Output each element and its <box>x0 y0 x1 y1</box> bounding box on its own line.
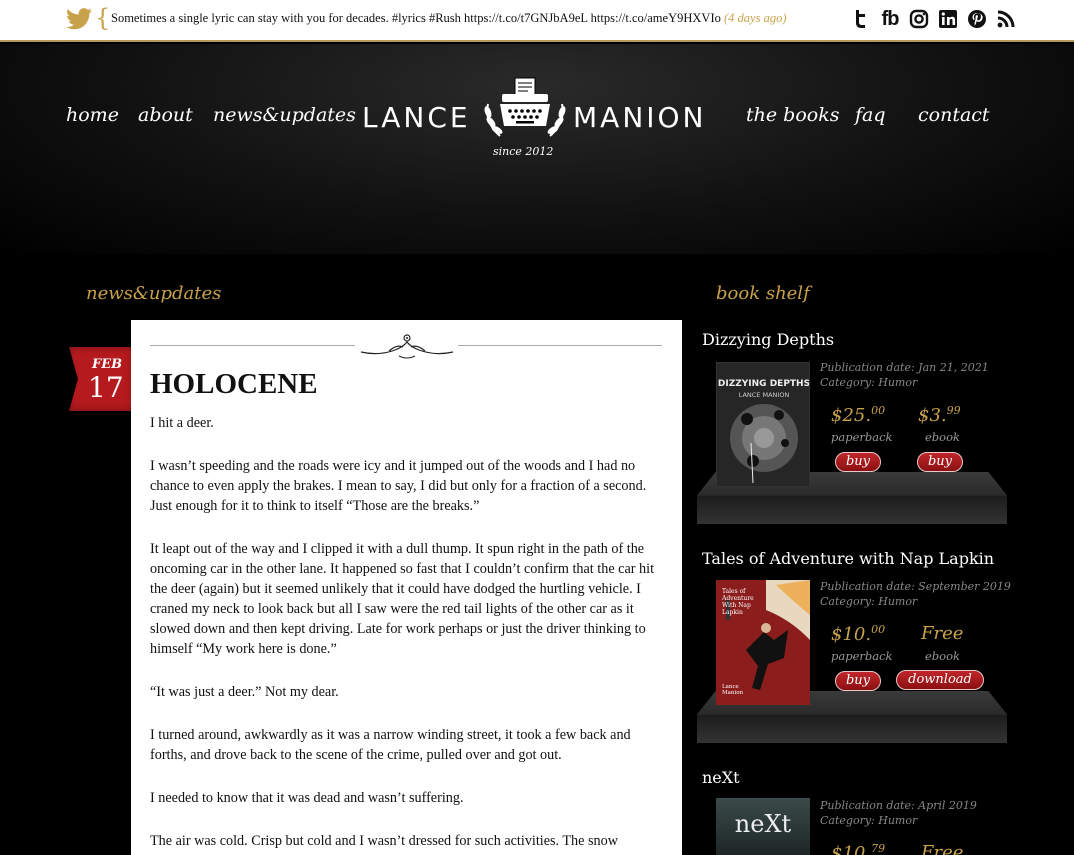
logo-tagline: since 2012 <box>493 145 554 158</box>
book-cover-dizzying-depths[interactable]: DIZZYING DEPTHS LANCE MANION <box>716 362 810 487</box>
ebook-label: ebook <box>925 649 960 663</box>
ebook-price: Free <box>921 623 964 644</box>
post-body: I hit a deer. I wasn’t speeding and the … <box>150 413 662 855</box>
book-title-next[interactable]: neXt <box>702 768 740 787</box>
typewriter-logo-icon <box>484 77 566 137</box>
linkedin-icon[interactable] <box>938 8 958 30</box>
book-meta: Publication date: September 2019 Categor… <box>820 579 1011 609</box>
publication-date: Publication date: Jan 21, 2021 <box>820 361 989 374</box>
post-month: FEB <box>92 357 123 372</box>
nav-the-books[interactable]: the books <box>746 104 839 126</box>
category: Category: Humor <box>820 595 918 608</box>
paperback-price: $10.00 <box>831 623 886 645</box>
buy-ebook-button[interactable]: buy <box>917 452 963 472</box>
twitter-bar: { Sometimes a single lyric can stay with… <box>0 0 1074 42</box>
book-title-nap-lapkin[interactable]: Tales of Adventure with Nap Lapkin <box>702 549 994 568</box>
post-paragraph: I needed to know that it was dead and wa… <box>150 790 464 806</box>
news-section-title: news&updates <box>86 283 222 304</box>
flourish-ornament-icon <box>360 334 454 359</box>
tweet-text[interactable]: Sometimes a single lyric can stay with y… <box>111 11 721 25</box>
book-meta: Publication date: April 2019 Category: H… <box>820 798 977 828</box>
facebook-icon[interactable]: fb <box>880 8 900 30</box>
nav-news[interactable]: news&updates <box>213 104 356 126</box>
pinterest-icon[interactable] <box>967 8 987 30</box>
paperback-price: $25.00 <box>831 404 886 426</box>
buy-paperback-button[interactable]: buy <box>835 671 881 691</box>
cover-author: LANCE MANION <box>738 391 790 399</box>
bookshelf-section-title: book shelf <box>716 283 810 304</box>
nav-home[interactable]: home <box>66 104 119 126</box>
cover-author: Lance Manion <box>722 684 744 696</box>
cover-title: neXt <box>734 810 792 838</box>
book-title-dizzying-depths[interactable]: Dizzying Depths <box>702 330 834 349</box>
nav-faq[interactable]: faq <box>855 104 886 126</box>
ebook-label: ebook <box>925 430 960 444</box>
social-links: fb <box>851 8 1016 30</box>
post-day: 17 <box>88 371 124 404</box>
logo-text-right: MANION <box>573 101 707 134</box>
category: Category: Humor <box>820 814 918 827</box>
instagram-icon[interactable] <box>909 8 929 30</box>
book-meta: Publication date: Jan 21, 2021 Category:… <box>820 360 989 390</box>
paperback-label: paperback <box>831 430 893 444</box>
publication-date: Publication date: April 2019 <box>820 799 977 812</box>
nav-about[interactable]: about <box>138 104 193 126</box>
brace-decoration: { <box>95 4 111 32</box>
post-paragraph: It leapt out of the way and I clipped it… <box>150 541 655 657</box>
twitter-icon[interactable] <box>851 8 871 30</box>
twitter-bird-icon[interactable] <box>66 8 92 30</box>
latest-tweet[interactable]: Sometimes a single lyric can stay with y… <box>111 11 787 26</box>
divider-line-left <box>150 345 355 346</box>
post-title[interactable]: HOLOCENE <box>150 368 318 401</box>
publication-date: Publication date: September 2019 <box>820 580 1011 593</box>
book-cover-next[interactable]: neXt <box>716 798 810 855</box>
post-paragraph: I wasn’t speeding and the roads were icy… <box>150 458 647 514</box>
paperback-label: paperback <box>831 649 893 663</box>
nav-contact[interactable]: contact <box>918 104 990 126</box>
post-paragraph: “It was just a deer.” Not my dear. <box>150 684 339 700</box>
blog-post: HOLOCENE I hit a deer. I wasn’t speeding… <box>131 320 682 855</box>
post-paragraph: I turned around, awkwardly as it was a n… <box>150 727 631 763</box>
download-ebook-button[interactable]: download <box>896 670 984 690</box>
book-cover-nap-lapkin[interactable]: Tales of Adventure With Nap Lapkin Lance… <box>716 580 810 705</box>
rss-icon[interactable] <box>996 8 1016 30</box>
ebook-price: $3.99 <box>918 404 961 426</box>
cover-title: DIZZYING DEPTHS <box>717 379 810 389</box>
buy-paperback-button[interactable]: buy <box>835 452 881 472</box>
logo-text-left: LANCE <box>362 101 471 134</box>
tweet-time[interactable]: (4 days ago) <box>724 11 787 25</box>
cover-title: Tales of Adventure With Nap Lapkin <box>722 588 754 616</box>
post-paragraph: I hit a deer. <box>150 415 214 431</box>
paperback-price: $10.79 <box>831 842 886 855</box>
ebook-price: Free <box>921 842 964 855</box>
category: Category: Humor <box>820 376 918 389</box>
divider-line-right <box>458 345 662 346</box>
post-paragraph: The air was cold. Crisp but cold and I w… <box>150 833 618 849</box>
